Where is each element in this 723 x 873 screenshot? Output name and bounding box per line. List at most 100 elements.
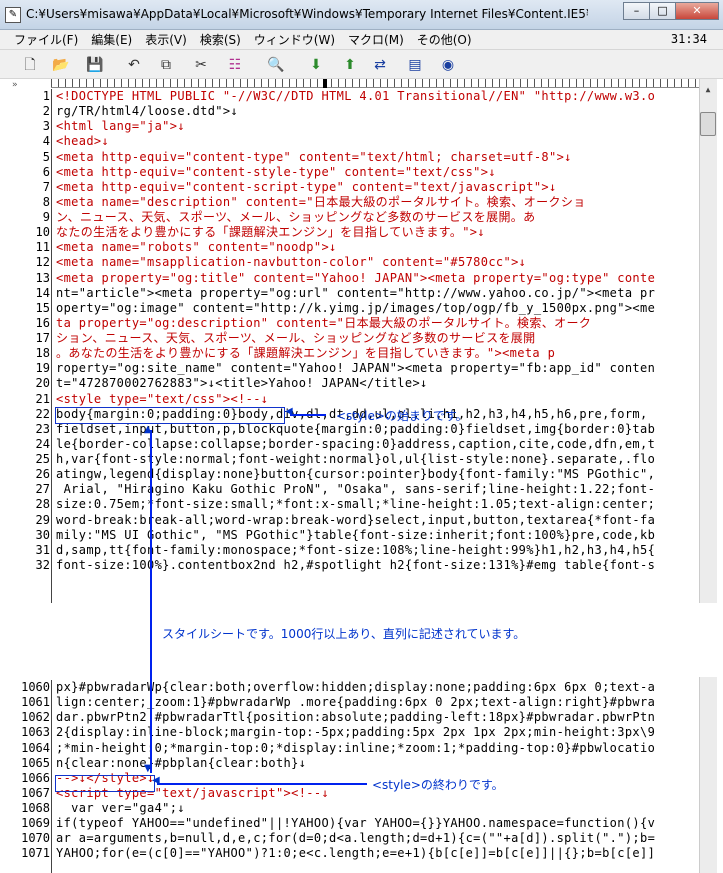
search-icon[interactable]: 🔍	[266, 55, 286, 75]
undo-icon[interactable]: ↶	[124, 55, 144, 75]
code-line[interactable]: 12 <meta name="msapplication-navbutton-co…	[0, 255, 699, 270]
copy-icon[interactable]: ⧉	[156, 55, 176, 75]
code-line[interactable]: 26 atingw,legend{display:none}button{curs…	[0, 467, 699, 482]
replace-icon[interactable]: ⇄	[370, 55, 390, 75]
code-line[interactable]: 30 mily:"MS UI Gothic", "MS PGothic"}tabl…	[0, 528, 699, 543]
code-line[interactable]: 1 <!DOCTYPE HTML PUBLIC "-//W3C//DTD HTML…	[0, 89, 699, 104]
code-line[interactable]: 1062 dar.pbwrPtn2 #pbwradarTtl{position:a…	[0, 710, 699, 725]
code-line[interactable]: 9 ン、ニュース、天気、スポーツ、メール、ショッピングなど多数のサービスを展開。あ	[0, 210, 699, 225]
code-line[interactable]: 19 roperty="og:site_name" content="Yahoo!…	[0, 361, 699, 376]
code-text: <style type="text/css"><!--↓	[56, 391, 269, 406]
line-number: 2	[42, 104, 50, 119]
code-line[interactable]: 20 t="472870002762883">↓<title>Yahoo! JAP…	[0, 376, 699, 391]
code-line[interactable]: 1070 ar a=arguments,b=null,d,e,c;for(d=0;…	[0, 831, 699, 846]
code-line[interactable]: 2 rg/TR/html4/loose.dtd">↓	[0, 104, 699, 119]
ruler-cursor-marker	[323, 79, 327, 88]
menu-file[interactable]: ファイル(F)	[14, 31, 78, 48]
code-line[interactable]: 3 <html lang="ja">↓	[0, 119, 699, 134]
code-line[interactable]: 1061 lign:center;_zoom:1}#pbwradarWp .mor…	[0, 695, 699, 710]
line-number: 24	[35, 436, 50, 451]
cut-icon[interactable]: ✂	[191, 55, 211, 75]
arrow-end-head-icon: ◀	[152, 775, 160, 786]
code-text: <meta name="msapplication-navbutton-colo…	[56, 255, 527, 270]
cursor-position: 31:34	[670, 32, 707, 46]
menu-edit[interactable]: 編集(E)	[91, 31, 132, 48]
code-line[interactable]: 16 ta property="og:description" content="…	[0, 316, 699, 331]
line-number: 8	[42, 194, 50, 209]
code-line[interactable]: 4 <head>↓	[0, 134, 699, 149]
line-number: 14	[35, 285, 50, 300]
maximize-button[interactable]: □	[649, 2, 676, 20]
code-line[interactable]: 10 なたの生活をより豊かにする「課題解決エンジン」を目指していきます。">↓	[0, 225, 699, 240]
help-icon[interactable]: ◉	[438, 55, 458, 75]
line-number: 17	[35, 331, 50, 345]
paste-icon[interactable]: ☷	[225, 55, 245, 75]
code-line[interactable]: 1060 px}#pbwradarWp{clear:both;overflow:h…	[0, 680, 699, 695]
arrow-vertical-line	[150, 430, 152, 773]
line-number: 20	[35, 376, 50, 391]
menu-window[interactable]: ウィンドウ(W)	[254, 31, 335, 48]
arrow-end-line	[157, 783, 367, 785]
code-line[interactable]: 23 fieldset,input,button,p,blockquote{mar…	[0, 422, 699, 437]
code-line[interactable]: 17 ション、ニュース、天気、スポーツ、メール、ショッピングなど多数のサービスを展…	[0, 331, 699, 346]
code-line[interactable]: 1065 n{clear:none}#pbplan{clear:both}↓	[0, 756, 699, 771]
code-text: ション、ニュース、天気、スポーツ、メール、ショッピングなど多数のサービスを展開	[56, 331, 536, 345]
open-folder-icon[interactable]: 📂	[51, 55, 71, 75]
find-prev-icon[interactable]: ⬆	[340, 55, 360, 75]
code-line[interactable]: 28 size:0.75em;*font-size:small;*font:x-s…	[0, 497, 699, 512]
code-line[interactable]: 1068 var ver="ga4";↓	[0, 801, 699, 816]
line-number: 1060	[21, 680, 50, 694]
code-line[interactable]: 25 h,var{font-style:normal;font-weight:no…	[0, 452, 699, 467]
code-line[interactable]: 31 d,samp,tt{font-family:monospace;*font-…	[0, 543, 699, 558]
code-line[interactable]: 13 <meta property="og:title" content="Yah…	[0, 271, 699, 286]
code-text: d,samp,tt{font-family:monospace;*font-si…	[56, 542, 656, 557]
line-number: 31	[35, 542, 50, 557]
menu-macro[interactable]: マクロ(M)	[348, 31, 404, 48]
line-number: 1	[42, 89, 50, 103]
code-text: <meta http-equiv="content-script-type" c…	[56, 179, 557, 194]
line-number: 3	[42, 119, 50, 134]
app-icon[interactable]: ✎	[5, 7, 21, 23]
code-line[interactable]: 32 font-size:100%}.contentbox2nd h2,#spot…	[0, 558, 699, 573]
code-line[interactable]: 18 。あなたの生活をより豊かにする「課題解決エンジン」を目指していきます。"><…	[0, 346, 699, 361]
line-number: 5	[42, 149, 50, 164]
code-text: word-break:break-all;word-wrap:break-wor…	[56, 512, 656, 527]
line-number: 16	[35, 315, 50, 330]
code-line[interactable]: 11 <meta name="robots" content="noodp">↓	[0, 240, 699, 255]
code-line[interactable]: 27 Arial, "Hiragino Kaku Gothic ProN", "…	[0, 482, 699, 497]
annotation-gap: スタイルシートです。1000行以上あり、直列に記述されています。	[0, 603, 723, 677]
code-text: ar a=arguments,b=null,d,e,c;for(d=0;d<a.…	[56, 831, 656, 846]
code-text: Arial, "Hiragino Kaku Gothic ProN", "Osa…	[56, 482, 656, 497]
minimize-button[interactable]: –	[623, 2, 650, 20]
menu-search[interactable]: 検索(S)	[200, 31, 241, 48]
menu-other[interactable]: その他(O)	[417, 31, 472, 48]
gutter-divider-bottom	[51, 680, 52, 873]
editor-top-section[interactable]: 1 <!DOCTYPE HTML PUBLIC "-//W3C//DTD HTML…	[0, 89, 699, 603]
menu-view[interactable]: 表示(V)	[145, 31, 187, 48]
code-line[interactable]: 29 word-break:break-all;word-wrap:break-w…	[0, 513, 699, 528]
code-line[interactable]: 1071 YAHOO;for(e=(c[0]=="YAHOO")?1:0;e<c.…	[0, 846, 699, 861]
code-line[interactable]: 6 <meta http-equiv="content-style-type" c…	[0, 165, 699, 180]
vertical-scrollbar[interactable]	[699, 79, 717, 873]
save-icon[interactable]: 💾	[85, 55, 105, 75]
scroll-thumb[interactable]	[700, 112, 716, 136]
code-text: YAHOO;for(e=(c[0]=="YAHOO")?1:0;e<c.leng…	[56, 846, 656, 861]
scroll-up-arrow-icon[interactable]: ▲	[700, 82, 716, 98]
code-line[interactable]: 21 <style type="text/css"><!--↓	[0, 392, 699, 407]
code-line[interactable]: 5 <meta http-equiv="content-type" content…	[0, 150, 699, 165]
code-line[interactable]: 24 le{border-collapse:collapse;border-spa…	[0, 437, 699, 452]
code-line[interactable]: 15 operty="og:image" content="http://k.yi…	[0, 301, 699, 316]
code-text: なたの生活をより豊かにする「課題解決エンジン」を目指していきます。">↓	[56, 225, 485, 240]
close-button[interactable]: ✕	[675, 2, 719, 20]
code-line[interactable]: 8 <meta name="description" content="日本最大級…	[0, 195, 699, 210]
code-line[interactable]: 14 nt="article"><meta property="og:url" c…	[0, 286, 699, 301]
code-line[interactable]: 7 <meta http-equiv="content-script-type" …	[0, 180, 699, 195]
line-number: 28	[35, 497, 50, 512]
code-line[interactable]: 1064 ;*min-height:0;*margin-top:0;*displa…	[0, 741, 699, 756]
code-line[interactable]: 1063 2{display:inline-block;margin-top:-5…	[0, 725, 699, 740]
code-line[interactable]: 1069 if(typeof YAHOO=="undefined"||!YAHOO…	[0, 816, 699, 831]
split-view-icon[interactable]: ▤	[405, 55, 425, 75]
arrow-start-head-icon: ◀	[285, 406, 293, 417]
new-file-icon[interactable]: 🗋	[20, 55, 40, 75]
find-next-icon[interactable]: ⬇	[306, 55, 326, 75]
